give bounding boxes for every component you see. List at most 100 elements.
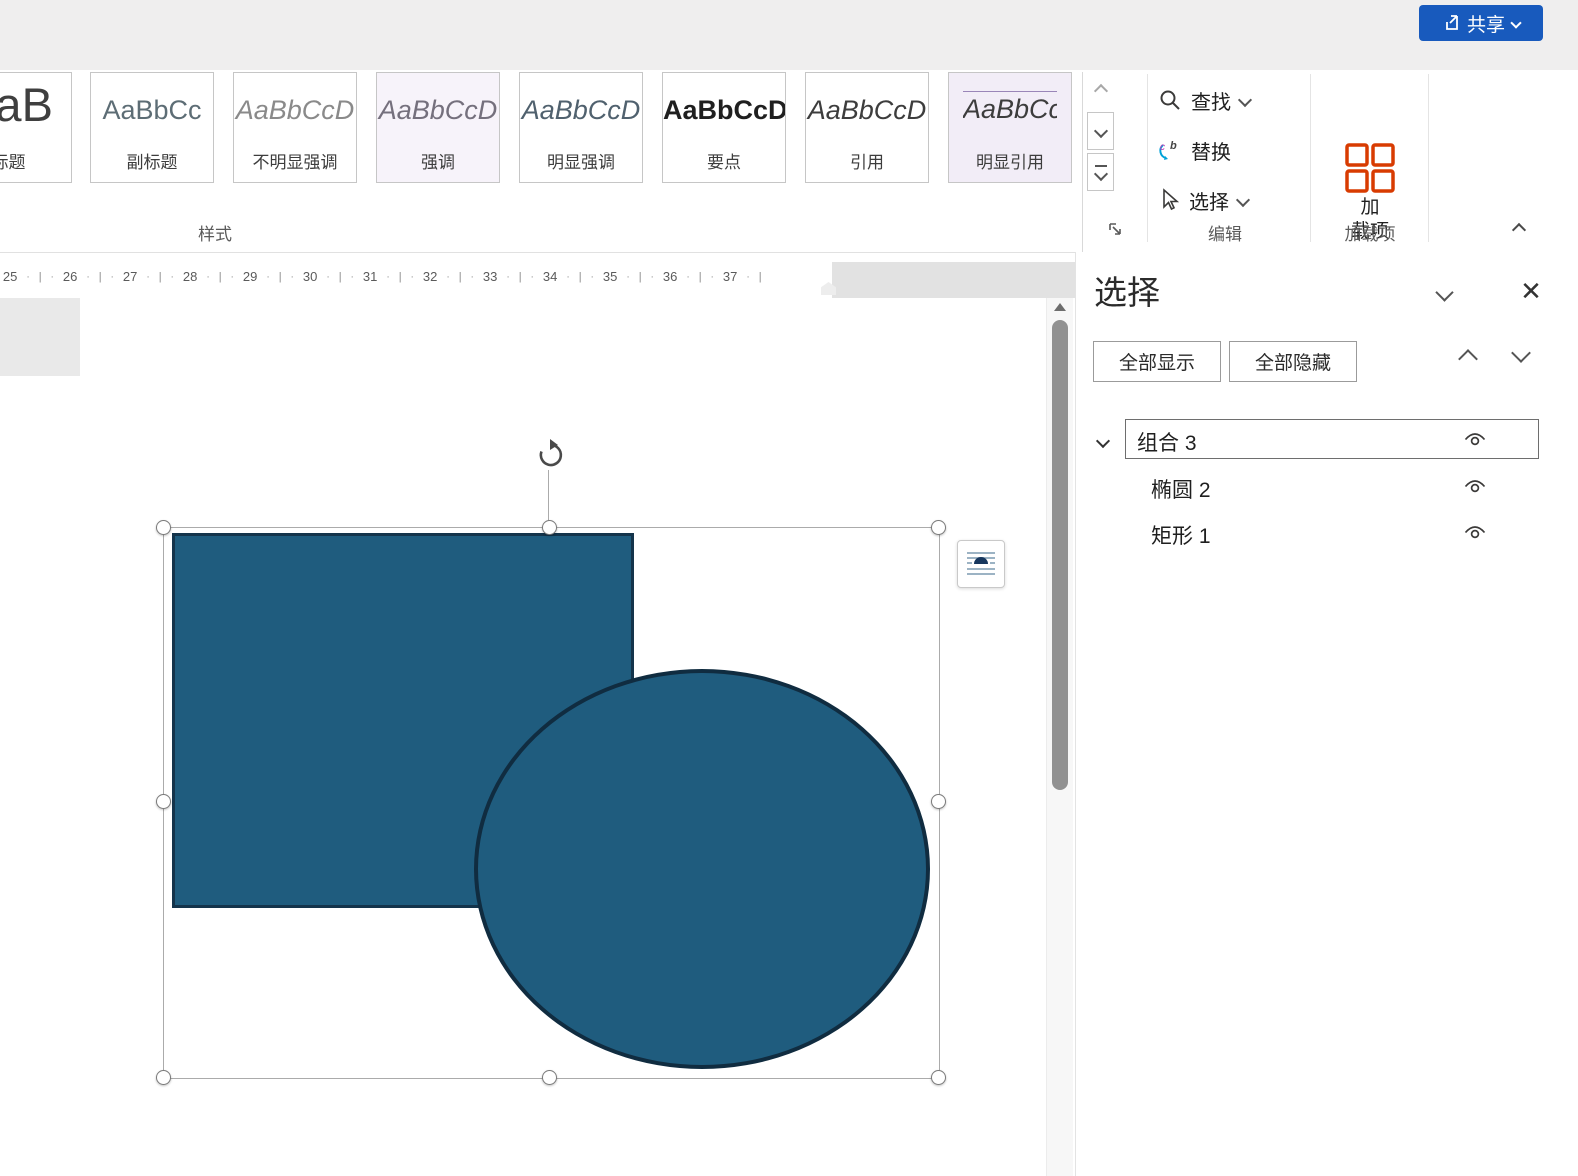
style-preview: AaBbCcD	[663, 95, 785, 125]
style-preview: AaBbCc	[102, 95, 202, 125]
svg-text:b: b	[1170, 140, 1177, 152]
style-label: 明显引用	[976, 153, 1044, 172]
eye-icon[interactable]	[1463, 431, 1487, 447]
find-button[interactable]: 查找	[1158, 78, 1308, 122]
pane-item-group3[interactable]: 组合 3	[1076, 419, 1578, 459]
shape-oval-2[interactable]	[474, 669, 930, 1069]
style-label: 明显强调	[547, 153, 615, 172]
style-card-subtitle[interactable]: AaBbCc 副标题	[90, 72, 214, 183]
pane-title: 选择	[1094, 274, 1160, 311]
selection-handle-n[interactable]	[542, 520, 557, 535]
style-preview: AaBbCcD	[807, 95, 927, 125]
style-preview: AaBbCcD	[963, 91, 1057, 125]
gallery-scroll-up-button[interactable]	[1087, 74, 1114, 108]
style-card-intense-emphasis[interactable]: AaBbCcD 明显强调	[519, 72, 643, 183]
ruler-mark: · 35 · |	[590, 269, 642, 284]
add-ins-grid-icon	[1342, 140, 1398, 196]
style-label: 要点	[707, 153, 741, 172]
rotate-handle-icon[interactable]	[534, 438, 568, 472]
eye-icon[interactable]	[1463, 478, 1487, 494]
ruler-mark: · 31 · |	[350, 269, 402, 284]
pane-collapse-icon[interactable]	[1435, 283, 1454, 304]
chevron-up-icon	[1511, 222, 1527, 238]
eye-icon[interactable]	[1463, 524, 1487, 540]
ruler-margin-area	[832, 262, 1075, 298]
svg-text:c: c	[1160, 142, 1165, 153]
style-preview: AaB	[0, 78, 53, 131]
style-card-intense-quote[interactable]: AaBbCcD 明显引用	[948, 72, 1072, 183]
ribbon: AaB 标题 AaBbCc 副标题 AaBbCcD 不明显强调 AaBbCcD …	[0, 70, 1578, 262]
hide-all-button[interactable]: 全部隐藏	[1229, 341, 1357, 382]
find-label: 查找	[1191, 91, 1231, 114]
select-button[interactable]: 选择	[1158, 178, 1308, 222]
style-card-emphasis[interactable]: AaBbCcD 强调	[376, 72, 500, 183]
ruler-mark: · 26 · |	[50, 269, 102, 284]
selection-handle-w[interactable]	[156, 794, 171, 809]
style-label: 强调	[421, 153, 455, 172]
style-card-strong[interactable]: AaBbCcD 要点	[662, 72, 786, 183]
style-label: 标题	[0, 153, 26, 172]
add-ins-button-label-line1: 加	[1360, 197, 1380, 218]
chevron-down-icon[interactable]	[1095, 433, 1111, 451]
style-card-quote[interactable]: AaBbCcD 引用	[805, 72, 929, 183]
chevron-down-icon	[1235, 192, 1251, 208]
move-up-button[interactable]	[1458, 349, 1478, 371]
style-label: 引用	[850, 153, 884, 172]
scrollbar-thumb[interactable]	[1052, 320, 1068, 790]
editing-group-label: 编辑	[1208, 225, 1242, 244]
style-preview: AaBbCcD	[235, 95, 355, 125]
selection-handle-ne[interactable]	[931, 520, 946, 535]
ruler-mark: ·25·|	[2, 269, 42, 284]
selection-handle-e[interactable]	[931, 794, 946, 809]
replace-button[interactable]: b c 替换	[1158, 128, 1308, 172]
rotate-handle-line	[548, 470, 549, 527]
cursor-icon	[1158, 188, 1180, 212]
selection-handle-nw[interactable]	[156, 520, 171, 535]
style-label: 不明显强调	[252, 153, 338, 172]
horizontal-ruler: ·25·| ·26·| ·27·| ·28·| ·29·| ·30·| ·31·| ·32·|…	[0, 262, 1075, 298]
scroll-up-arrow-icon[interactable]	[1054, 303, 1066, 311]
document-scrollbar[interactable]	[1046, 298, 1073, 1176]
ruler-mark: · 30 · |	[290, 269, 342, 284]
ruler-mark: · 29 · |	[230, 269, 282, 284]
group-separator	[1310, 74, 1311, 242]
show-all-button[interactable]: 全部显示	[1093, 341, 1221, 382]
selection-pane: 选择 ✕ 全部显示 全部隐藏 组合 3 椭圆 2 矩形 1	[1075, 252, 1578, 1176]
chevron-down-icon	[1237, 92, 1253, 108]
gallery-more-button[interactable]	[1087, 153, 1114, 191]
styles-group-label: 样式	[198, 225, 232, 244]
chevron-down-icon	[1093, 166, 1108, 182]
add-ins-group-label: 加载项	[1344, 225, 1396, 244]
selection-handle-se[interactable]	[931, 1070, 946, 1085]
gallery-scroll-down-button[interactable]	[1087, 112, 1114, 150]
selection-handle-s[interactable]	[542, 1070, 557, 1085]
search-icon	[1158, 88, 1182, 112]
ruler-ticks: ·25·| ·26·| ·27·| ·28·| ·29·| ·30·| ·31·| ·32·|…	[0, 269, 766, 284]
ruler-mark: · 32 · |	[410, 269, 462, 284]
collapse-ribbon-button[interactable]	[1502, 218, 1536, 242]
replace-icon: b c	[1158, 138, 1182, 162]
replace-label: 替换	[1191, 141, 1231, 164]
layout-options-button[interactable]	[957, 540, 1005, 588]
style-label: 副标题	[126, 153, 178, 172]
style-card-subtle-emphasis[interactable]: AaBbCcD 不明显强调	[233, 72, 357, 183]
gallery-divider	[1082, 72, 1083, 262]
pane-item-oval2[interactable]: 椭圆 2	[1076, 466, 1578, 506]
group-separator	[1428, 74, 1429, 242]
style-card-title[interactable]: AaB 标题	[0, 72, 72, 183]
pane-item-rectangle1[interactable]: 矩形 1	[1076, 512, 1578, 552]
selection-handle-sw[interactable]	[156, 1070, 171, 1085]
style-preview: AaBbCcD	[378, 95, 498, 125]
layout-options-icon	[966, 549, 996, 579]
pane-item-label: 椭圆 2	[1151, 479, 1211, 502]
select-label: 选择	[1189, 191, 1229, 214]
share-icon	[1442, 14, 1460, 32]
share-button[interactable]: 共享	[1419, 5, 1543, 41]
pane-item-label: 组合 3	[1137, 432, 1197, 455]
dialog-launcher-icon[interactable]	[1108, 222, 1126, 240]
title-bar	[0, 0, 1578, 70]
ruler-mark: · 27 · |	[110, 269, 162, 284]
move-down-button[interactable]	[1511, 343, 1531, 365]
pane-item-label: 矩形 1	[1151, 525, 1211, 548]
close-icon[interactable]: ✕	[1516, 276, 1546, 306]
